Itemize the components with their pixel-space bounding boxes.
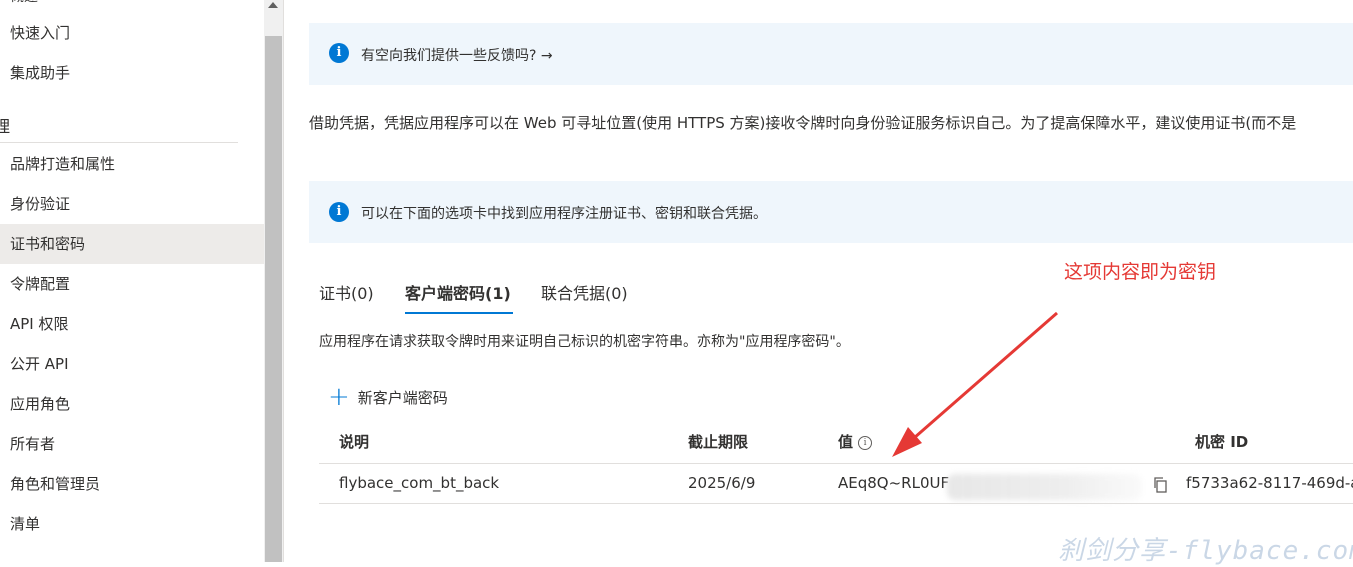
sidebar-section-manage: 理 bbox=[0, 117, 11, 136]
annotation-label: 这项内容即为密钥 bbox=[1064, 261, 1217, 283]
scrollbar-thumb[interactable] bbox=[265, 36, 282, 562]
table-row-divider bbox=[319, 503, 1353, 504]
annotation-arrow bbox=[892, 311, 1058, 457]
tab-federated-credentials[interactable]: 联合凭据(0) bbox=[541, 280, 628, 304]
info-icon[interactable]: i bbox=[858, 435, 873, 450]
sidebar-item-label: 快速入门 bbox=[10, 24, 71, 42]
redacted-value-blur bbox=[947, 474, 1142, 500]
new-client-secret-button[interactable]: + 新客户端密码 bbox=[328, 381, 448, 412]
secret-description: flybace_com_bt_back bbox=[339, 474, 500, 492]
scroll-up-arrow-icon[interactable] bbox=[268, 2, 278, 8]
sidebar-scrollbar[interactable] bbox=[264, 0, 284, 562]
tab-certificates[interactable]: 证书(0) bbox=[319, 280, 374, 304]
copy-icon[interactable] bbox=[1152, 476, 1168, 494]
plus-icon: + bbox=[328, 381, 350, 412]
feedback-banner-text[interactable]: 有空向我们提供一些反馈吗? → bbox=[361, 45, 553, 65]
sidebar-item-label: 令牌配置 bbox=[10, 275, 71, 293]
sidebar-item-label: 公开 API bbox=[10, 355, 69, 373]
sidebar-item-certificates-secrets[interactable]: 证书和密码 bbox=[0, 224, 264, 264]
client-secret-description: 应用程序在请求获取令牌时用来证明自己标识的机密字符串。亦称为"应用程序密码"。 bbox=[319, 334, 850, 350]
tab-client-secrets[interactable]: 客户端密码(1) bbox=[405, 280, 511, 304]
secret-id: f5733a62-8117-469d-a3 bbox=[1186, 474, 1353, 492]
info-banner-text: 可以在下面的选项卡中找到应用程序注册证书、密钥和联合凭据。 bbox=[361, 206, 767, 222]
sidebar-item-api-permissions[interactable]: API 权限 bbox=[0, 304, 264, 344]
table-header-divider bbox=[319, 463, 1353, 464]
active-tab-indicator bbox=[405, 312, 513, 314]
info-icon: i bbox=[329, 202, 349, 222]
sidebar-item-integration-assistant[interactable]: 集成助手 bbox=[0, 53, 264, 93]
sidebar-item-expose-api[interactable]: 公开 API bbox=[0, 344, 264, 384]
sidebar-item-token-config[interactable]: 令牌配置 bbox=[0, 264, 264, 304]
sidebar-item-manifest[interactable]: 清单 bbox=[0, 504, 264, 544]
info-icon: i bbox=[329, 43, 349, 63]
sidebar-item-app-roles[interactable]: 应用角色 bbox=[0, 384, 264, 424]
sidebar-item-authentication[interactable]: 身份验证 bbox=[0, 184, 264, 224]
sidebar: 概述 快速入门 集成助手 理 品牌打造和属性 身份验证 证书和密码 令牌配置 A… bbox=[0, 0, 264, 562]
sidebar-item-label: 身份验证 bbox=[10, 195, 71, 213]
sidebar-item-label: 证书和密码 bbox=[10, 235, 86, 253]
info-banner: i 可以在下面的选项卡中找到应用程序注册证书、密钥和联合凭据。 bbox=[309, 181, 1353, 243]
watermark: 刹剑分享-flybace.com bbox=[1058, 536, 1353, 566]
feedback-banner[interactable]: i 有空向我们提供一些反馈吗? → bbox=[309, 23, 1353, 85]
sidebar-item-branding[interactable]: 品牌打造和属性 bbox=[0, 144, 264, 184]
sidebar-item-label: 应用角色 bbox=[10, 395, 71, 413]
sidebar-item-label: 品牌打造和属性 bbox=[10, 155, 116, 173]
sidebar-item-label: 角色和管理员 bbox=[10, 475, 101, 493]
new-client-secret-label: 新客户端密码 bbox=[357, 389, 448, 407]
main-content: i 有空向我们提供一些反馈吗? → 借助凭据，凭据应用程序可以在 Web 可寻址… bbox=[284, 0, 1353, 562]
column-header-expires: 截止期限 bbox=[688, 433, 749, 451]
secret-expires: 2025/6/9 bbox=[688, 474, 756, 492]
sidebar-item-label: 集成助手 bbox=[10, 64, 71, 82]
credentials-description: 借助凭据，凭据应用程序可以在 Web 可寻址位置(使用 HTTPS 方案)接收令… bbox=[309, 114, 1297, 132]
column-header-value-label: 值 bbox=[838, 433, 854, 451]
sidebar-divider bbox=[0, 142, 238, 143]
sidebar-item-owners[interactable]: 所有者 bbox=[0, 424, 264, 464]
secret-value[interactable]: AEq8Q~RL0UF bbox=[838, 474, 949, 492]
sidebar-item-roles-admins[interactable]: 角色和管理员 bbox=[0, 464, 264, 504]
sidebar-item-label: API 权限 bbox=[10, 315, 69, 333]
column-header-secret-id: 机密 ID bbox=[1195, 433, 1249, 451]
sidebar-item-quickstart[interactable]: 快速入门 bbox=[0, 13, 264, 53]
sidebar-item-label: 所有者 bbox=[10, 435, 56, 453]
column-header-value: 值i bbox=[838, 431, 873, 452]
sidebar-item-overview[interactable]: 概述 bbox=[0, 0, 264, 12]
column-header-description: 说明 bbox=[339, 433, 370, 451]
sidebar-item-label: 清单 bbox=[10, 515, 41, 533]
